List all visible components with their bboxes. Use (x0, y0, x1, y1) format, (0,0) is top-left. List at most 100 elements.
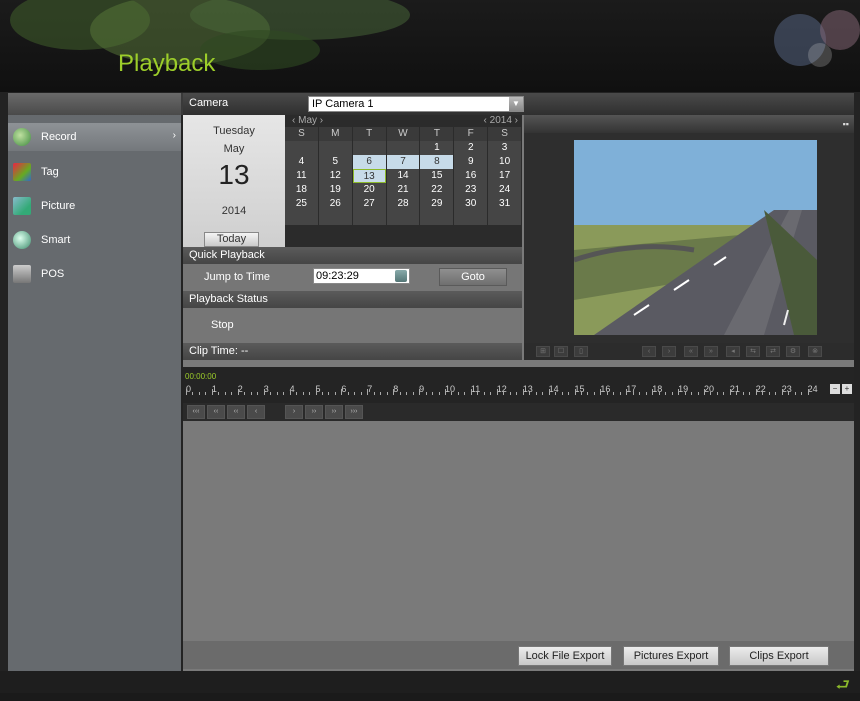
video-toolbar-button[interactable]: ⊗ (808, 346, 822, 357)
sidebar-item-smart[interactable]: Smart (8, 226, 181, 254)
calendar-day[interactable]: 24 (488, 183, 522, 197)
calendar-day[interactable]: 26 (318, 197, 352, 211)
calendar-day[interactable]: 18 (285, 183, 318, 197)
chevron-down-icon[interactable]: ▼ (509, 97, 523, 111)
video-toolbar-button[interactable]: ⇆ (746, 346, 760, 357)
timeline-tick (645, 392, 647, 395)
calendar-day[interactable]: 9 (454, 155, 488, 169)
calendar-empty-cell (454, 211, 488, 225)
timeline-tick (276, 392, 278, 395)
calendar-day[interactable]: 17 (488, 169, 522, 183)
timeline-tick (231, 392, 233, 395)
clock-icon[interactable] (395, 270, 407, 282)
video-toolbar-button[interactable]: ▯ (574, 346, 588, 357)
calendar-day[interactable]: 23 (454, 183, 488, 197)
clips-export-button[interactable]: Clips Export (729, 646, 829, 666)
timeline-hour-label: 18 (652, 384, 663, 394)
calendar-day[interactable]: 3 (488, 141, 522, 155)
video-toolbar-button[interactable]: ⚙ (786, 346, 800, 357)
playback-control-button[interactable]: › (285, 405, 303, 419)
calendar-weekday: S (285, 127, 318, 141)
calendar-day[interactable]: 13 (352, 169, 386, 183)
video-toolbar-button[interactable]: › (662, 346, 676, 357)
calendar-day[interactable]: 19 (318, 183, 352, 197)
video-toolbar-button[interactable]: ⊞ (536, 346, 550, 357)
calendar-day[interactable]: 4 (285, 155, 318, 169)
playback-control-button[interactable]: ‹‹‹ (187, 405, 205, 419)
video-toolbar-button[interactable]: « (684, 346, 698, 357)
calendar-day[interactable]: 7 (386, 155, 420, 169)
timeline-tick (781, 389, 783, 395)
timeline-tick (490, 392, 492, 395)
calendar-day[interactable]: 27 (352, 197, 386, 211)
timeline-tick (218, 392, 220, 395)
today-button[interactable]: Today (204, 232, 259, 247)
playback-control-button[interactable]: ‹ (247, 405, 265, 419)
pictures-export-button[interactable]: Pictures Export (623, 646, 719, 666)
calendar-day[interactable]: 5 (318, 155, 352, 169)
video-toolbar-button[interactable]: ‹ (642, 346, 656, 357)
calendar-weekday: T (352, 127, 386, 141)
playback-control-button[interactable]: ›› (325, 405, 343, 419)
calendar-day[interactable]: 2 (454, 141, 488, 155)
calendar-day[interactable]: 25 (285, 197, 318, 211)
calendar-day[interactable]: 21 (386, 183, 420, 197)
timeline-tick (354, 392, 356, 395)
timeline-tick (224, 392, 226, 395)
calendar-day[interactable]: 8 (420, 155, 454, 169)
playback-control-button[interactable]: ››› (345, 405, 363, 419)
sidebar-item-picture[interactable]: Picture (8, 192, 181, 220)
sidebar-item-pos[interactable]: POS (8, 260, 181, 288)
back-icon[interactable]: ⮐ (836, 674, 850, 701)
timeline-tick (257, 392, 259, 395)
calendar-empty-cell (318, 141, 352, 155)
calendar-day[interactable]: 14 (386, 169, 420, 183)
calendar-day[interactable]: 31 (488, 197, 522, 211)
timeline-tick (691, 392, 693, 395)
calendar-month-nav[interactable]: ‹ May › (292, 115, 323, 126)
calendar-day[interactable]: 12 (318, 169, 352, 183)
calendar-day[interactable]: 22 (420, 183, 454, 197)
calendar-day[interactable]: 15 (420, 169, 454, 183)
zoom-in-button[interactable]: + (842, 384, 852, 394)
jump-time-input[interactable]: 09:23:29 (313, 268, 410, 284)
calendar-day[interactable]: 16 (454, 169, 488, 183)
timeline-ruler[interactable]: 0 1 2 3 4 5 6 7 8 9 10 11 12 13 14 15 16 17 18 19 20 21 22 23 24 (186, 379, 831, 395)
calendar-day[interactable]: 6 (352, 155, 386, 169)
playback-control-button[interactable]: ‹‹ (227, 405, 245, 419)
sidebar-item-record[interactable]: Record › (8, 123, 181, 151)
timeline-hour-label: 12 (496, 384, 507, 394)
picture-icon (13, 197, 31, 215)
grid-layout-icon[interactable]: ▪▪ (843, 119, 849, 129)
calendar-day[interactable]: 10 (488, 155, 522, 169)
camera-select[interactable]: IP Camera 1 ▼ (308, 96, 524, 112)
timeline-hour-label: 20 (704, 384, 715, 394)
video-toolbar-button[interactable]: ◂ (726, 346, 740, 357)
timeline-hour-label: 10 (445, 384, 456, 394)
calendar-year-nav[interactable]: ‹ 2014 › (484, 115, 518, 126)
playback-control-button[interactable]: ‹‹ (207, 405, 225, 419)
playback-status-header: Playback Status (183, 291, 522, 308)
timeline-tick (665, 392, 667, 395)
video-toolbar-button[interactable]: ☐ (554, 346, 568, 357)
calendar-day[interactable]: 20 (352, 183, 386, 197)
calendar-day[interactable]: 28 (386, 197, 420, 211)
playback-control-button[interactable]: ›› (305, 405, 323, 419)
lock-file-export-button[interactable]: Lock File Export (518, 646, 612, 666)
calendar-day[interactable]: 1 (420, 141, 454, 155)
calendar-day[interactable]: 30 (454, 197, 488, 211)
timeline-tick (270, 392, 272, 395)
video-header: ▪▪ (524, 115, 854, 133)
calendar-day[interactable]: 11 (285, 169, 318, 183)
calendar-week-row (285, 211, 522, 225)
sidebar-item-tag[interactable]: Tag (8, 158, 181, 186)
zoom-out-button[interactable]: − (830, 384, 840, 394)
header: Playback (0, 0, 860, 92)
timeline-tick (477, 392, 479, 395)
timeline-tick (328, 392, 330, 395)
timeline-tick (419, 389, 421, 395)
calendar-day[interactable]: 29 (420, 197, 454, 211)
video-toolbar-button[interactable]: ⇄ (766, 346, 780, 357)
video-toolbar-button[interactable]: » (704, 346, 718, 357)
goto-button[interactable]: Goto (439, 268, 507, 286)
